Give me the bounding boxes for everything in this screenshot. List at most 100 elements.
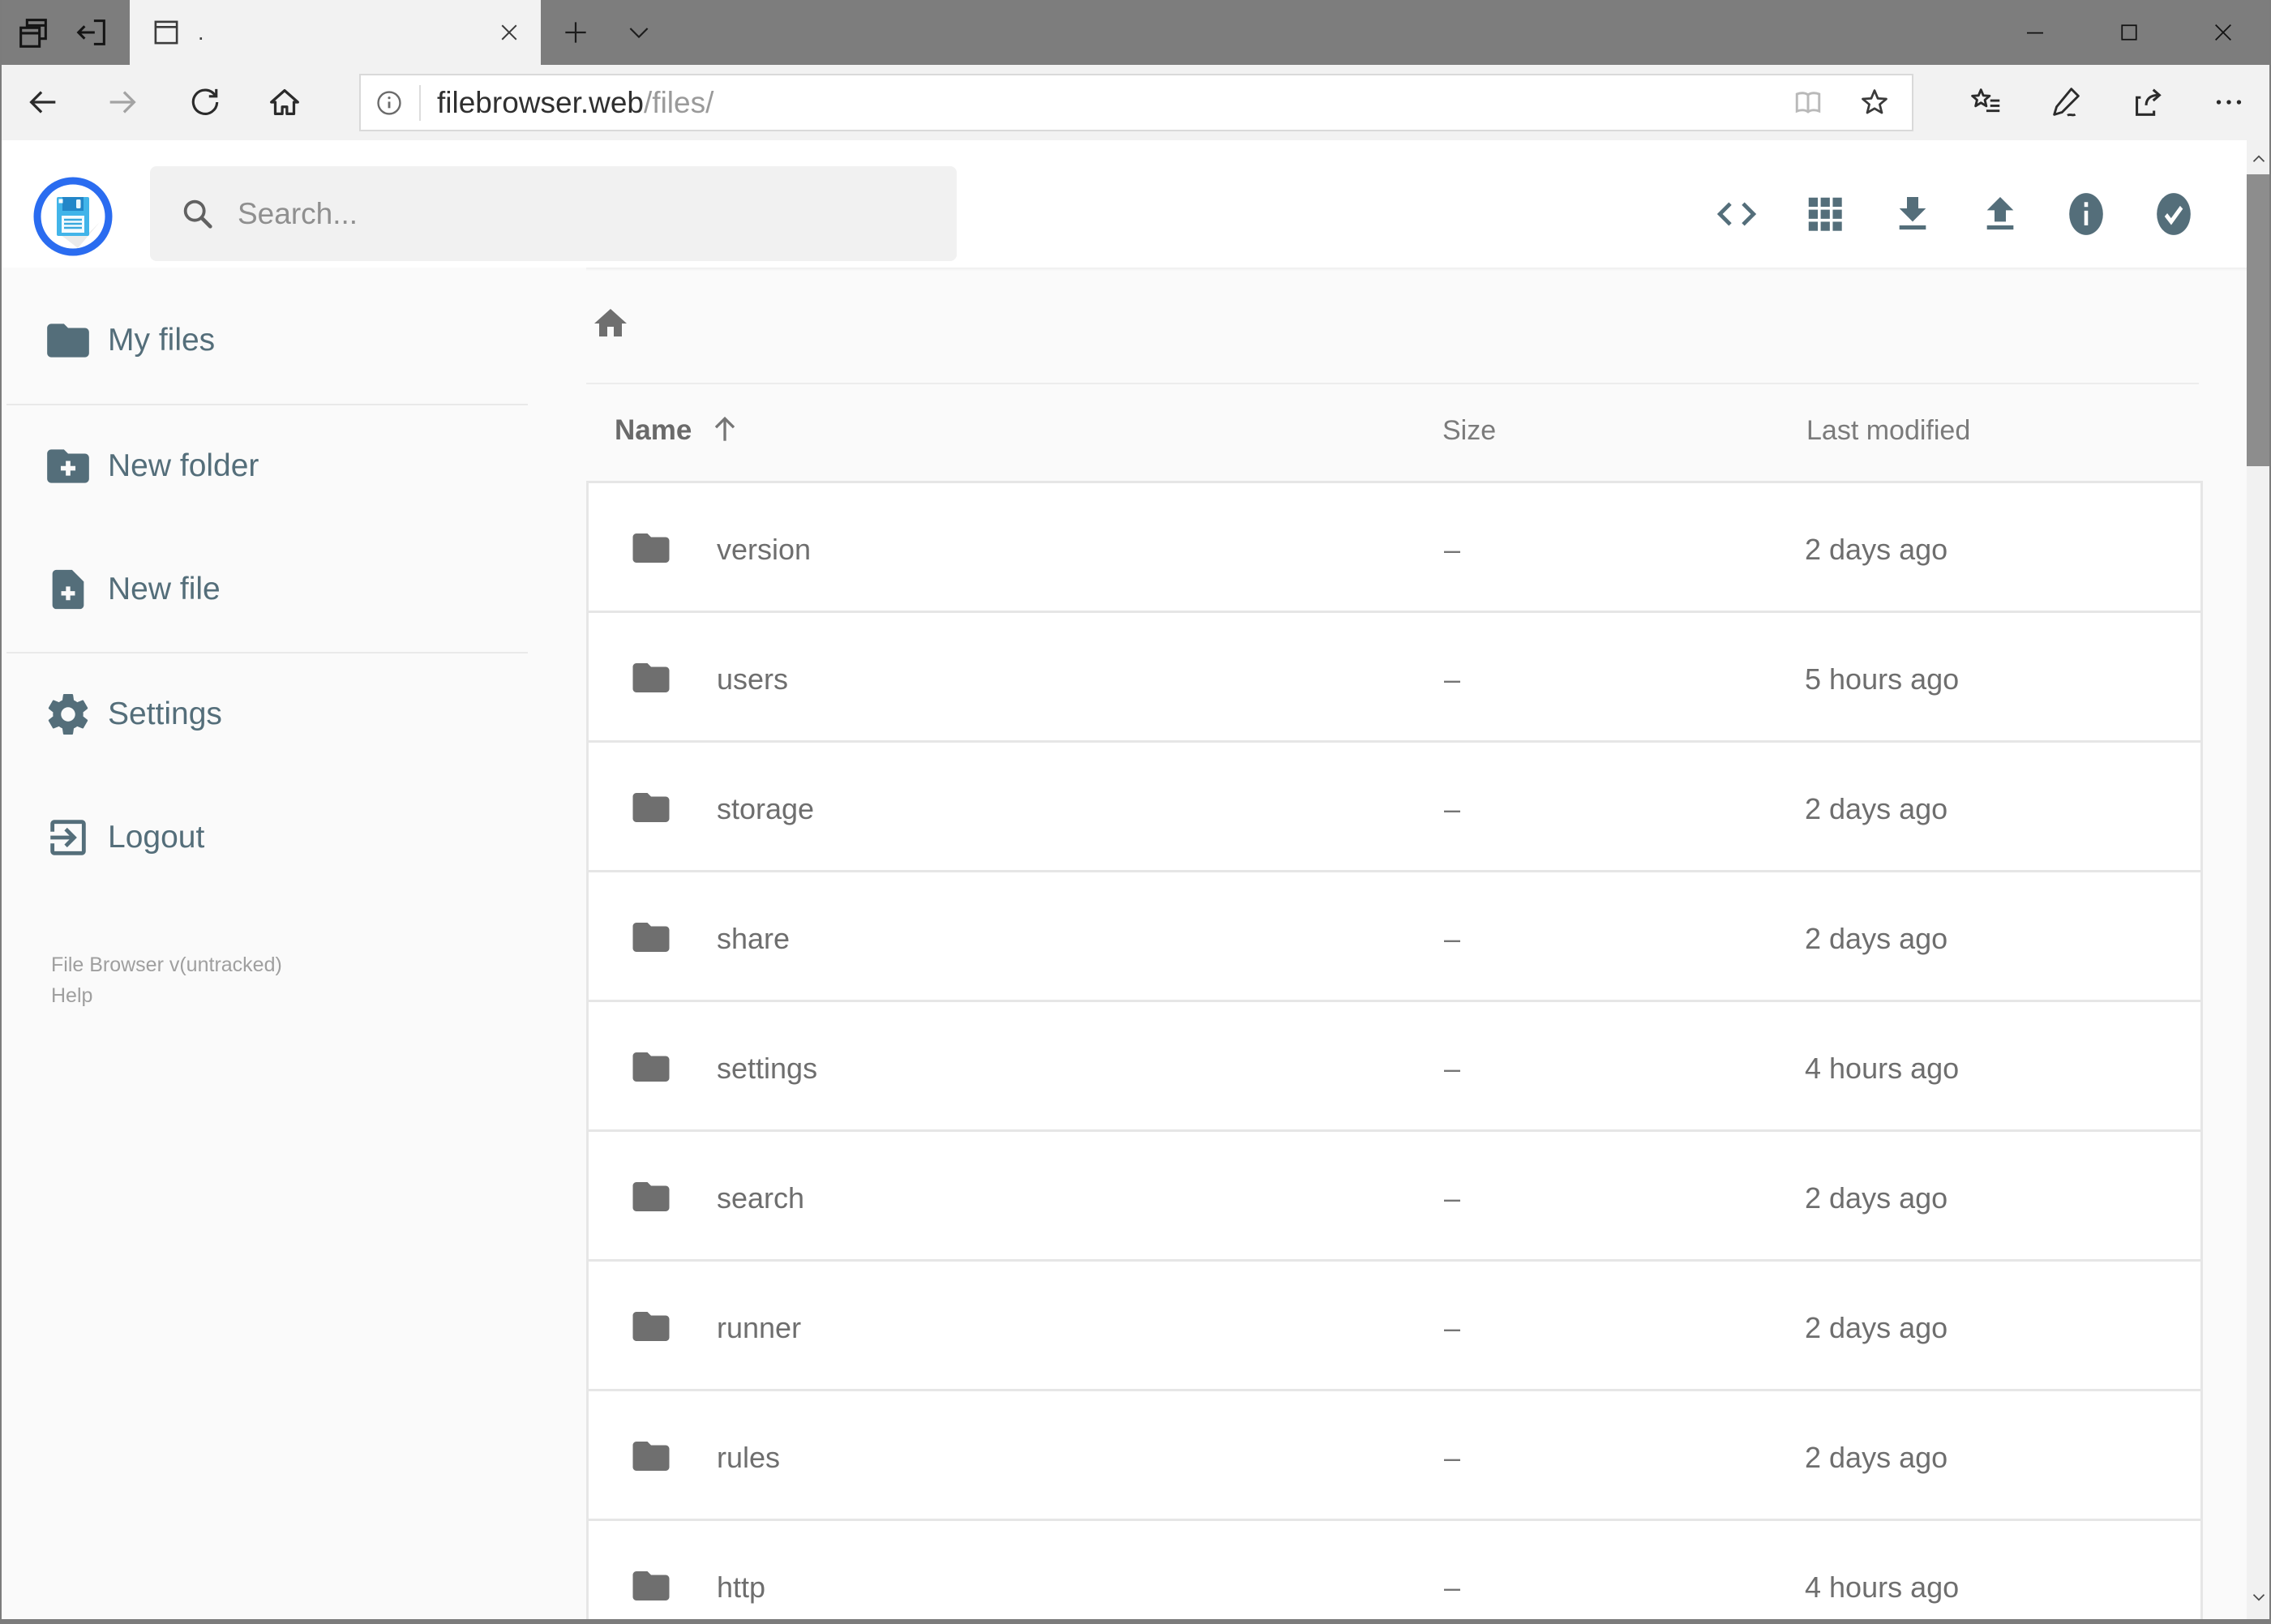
folder-icon [629, 526, 673, 570]
sidebar-item-new-file[interactable]: New file [0, 539, 586, 640]
scroll-up-icon[interactable] [2247, 145, 2271, 173]
download-button[interactable] [1887, 188, 1939, 240]
file-size: – [1444, 792, 1461, 825]
folder-icon [629, 1305, 673, 1348]
maximize-icon [2117, 20, 2141, 45]
search-placeholder: Search... [238, 196, 358, 230]
sort-ascending-icon[interactable] [707, 411, 743, 447]
new-tab-button[interactable] [550, 0, 602, 65]
file-row-rules[interactable]: rules – 2 days ago [589, 1391, 2200, 1521]
refresh-icon [187, 84, 223, 120]
home-filled-icon [591, 304, 630, 343]
home-button[interactable] [260, 78, 309, 126]
sidebar-divider [6, 404, 528, 405]
minimize-button[interactable] [1988, 0, 2082, 65]
raw-view-button[interactable] [1711, 188, 1763, 240]
browser-tab[interactable]: . [130, 0, 541, 65]
tab-list-button[interactable] [613, 0, 665, 65]
sidebar-item-label: Logout [108, 820, 205, 855]
folder-icon [43, 315, 93, 366]
select-multiple-button[interactable] [2148, 188, 2200, 240]
file-modified: 2 days ago [1805, 922, 1948, 955]
more-actions-button[interactable] [2205, 78, 2253, 126]
sidebar-item-label: New file [108, 572, 221, 606]
chevron-down-icon [625, 19, 653, 46]
info-icon [2066, 189, 2106, 239]
web-note-button[interactable] [2042, 78, 2091, 126]
file-row-version[interactable]: version – 2 days ago [589, 483, 2200, 613]
ellipsis-icon [2210, 84, 2247, 121]
file-name: share [717, 922, 791, 955]
file-name: http [717, 1570, 766, 1604]
sidebar-item-my-files[interactable]: My files [0, 290, 586, 391]
scrollbar-thumb[interactable] [2247, 174, 2271, 466]
app-header: Search... [0, 140, 2271, 268]
file-size: – [1444, 1441, 1461, 1474]
maximize-button[interactable] [2082, 0, 2176, 65]
folder-icon [629, 1045, 673, 1089]
upload-button[interactable] [1974, 188, 2026, 240]
file-modified: 5 hours ago [1805, 662, 1960, 696]
breadcrumb-divider [586, 383, 2199, 384]
file-row-share[interactable]: share – 2 days ago [589, 872, 2200, 1002]
file-row-search[interactable]: search – 2 days ago [589, 1132, 2200, 1262]
file-size: – [1444, 1181, 1461, 1215]
upload-icon [1977, 191, 2023, 237]
set-tabs-aside-icon [73, 14, 110, 51]
grid-view-button[interactable] [1799, 188, 1851, 240]
add-favorite-star-icon[interactable] [1857, 85, 1892, 121]
file-name: storage [717, 792, 815, 825]
file-row-storage[interactable]: storage – 2 days ago [589, 743, 2200, 872]
sidebar-item-settings[interactable]: Settings [0, 664, 586, 765]
page-icon [149, 15, 183, 49]
info-button[interactable] [2060, 188, 2112, 240]
help-link[interactable]: Help [51, 984, 92, 1008]
site-info-icon[interactable] [374, 88, 405, 118]
home-icon [266, 84, 303, 121]
breadcrumb-home-button[interactable] [586, 299, 635, 348]
file-row-settings[interactable]: settings – 4 hours ago [589, 1002, 2200, 1132]
column-header-size[interactable]: Size [1442, 415, 1496, 447]
tab-close-icon[interactable] [497, 20, 521, 45]
logout-icon [43, 812, 93, 863]
tab-preview-icon [15, 14, 52, 51]
reading-view-icon[interactable] [1790, 85, 1826, 121]
forward-button[interactable] [98, 78, 147, 126]
file-modified: 2 days ago [1805, 1441, 1948, 1474]
file-modified: 4 hours ago [1805, 1570, 1960, 1604]
url-host: filebrowser.web [437, 85, 645, 119]
page-scrollbar[interactable] [2247, 140, 2271, 1619]
folder-icon [629, 915, 673, 959]
file-row-runner[interactable]: runner – 2 days ago [589, 1262, 2200, 1391]
plus-icon [560, 17, 591, 48]
address-bar[interactable]: filebrowser.web/files/ [359, 74, 1913, 131]
favorites-hub-button[interactable] [1961, 78, 2010, 126]
file-row-http[interactable]: http – 4 hours ago [589, 1521, 2200, 1624]
file-name: search [717, 1181, 805, 1215]
file-size: – [1444, 922, 1461, 955]
scroll-down-icon[interactable] [2247, 1583, 2271, 1611]
sidebar-item-logout[interactable]: Logout [0, 787, 586, 888]
close-button[interactable] [2176, 0, 2270, 65]
share-button[interactable] [2123, 78, 2172, 126]
file-size: – [1444, 1570, 1461, 1604]
forward-icon [104, 84, 141, 121]
browser-titlebar: . [0, 0, 2271, 65]
column-header-name[interactable]: Name [615, 414, 692, 447]
share-icon [2129, 84, 2166, 121]
file-plus-icon [43, 564, 93, 615]
file-modified: 4 hours ago [1805, 1052, 1960, 1085]
gear-icon [43, 689, 93, 739]
file-size: – [1444, 1052, 1461, 1085]
refresh-button[interactable] [181, 78, 229, 126]
browser-navbar: filebrowser.web/files/ [0, 65, 2271, 140]
file-row-users[interactable]: users – 5 hours ago [589, 613, 2200, 743]
sidebar-item-label: Settings [108, 696, 222, 731]
folder-icon [629, 1434, 673, 1478]
file-modified: 2 days ago [1805, 1181, 1948, 1215]
set-tabs-aside-button[interactable] [66, 0, 117, 65]
tab-preview-button[interactable] [8, 0, 58, 65]
search-input[interactable]: Search... [150, 166, 957, 261]
column-header-modified[interactable]: Last modified [1806, 415, 1970, 447]
back-button[interactable] [19, 78, 67, 126]
